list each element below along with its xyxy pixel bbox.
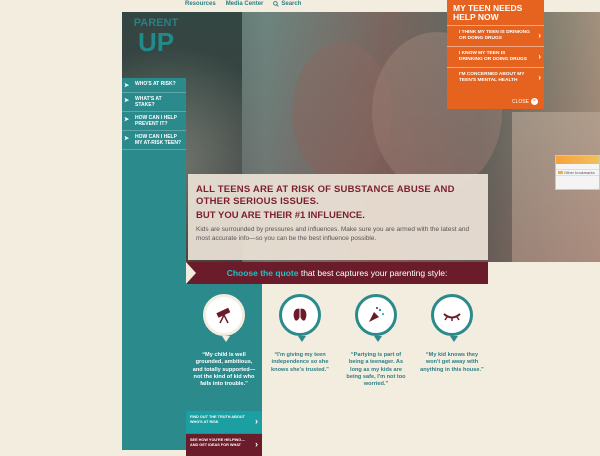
chevron-right-icon: › — [538, 72, 541, 82]
sidebar-item-label: HOW CAN I HELP MY AT-RISK TEEN? — [135, 134, 182, 146]
chevron-right-icon: › — [255, 439, 258, 449]
help-now-title: MY TEEN NEEDS HELP NOW — [453, 3, 523, 22]
close-label: CLOSE — [512, 98, 529, 105]
help-option-label: I KNOW MY TEEN IS DRINKING OR DOING DRUG… — [459, 50, 527, 62]
sidebar-item-label: WHO'S AT RISK? — [135, 81, 176, 87]
quote-card[interactable]: “Partying is part of being a teenager. A… — [338, 284, 414, 450]
quote-card[interactable]: “I'm giving my teen independence so she … — [262, 284, 338, 450]
closed-eye-icon — [443, 313, 461, 321]
arrow-right-icon: ➤ — [124, 117, 130, 123]
butterfly-icon — [293, 308, 307, 321]
help-option-mental-health[interactable]: I'M CONCERNED ABOUT MY TEEN'S MENTAL HEA… — [447, 66, 544, 88]
quote-card-pin — [374, 336, 382, 342]
quote-cards: “My child is well grounded, ambitious, a… — [186, 284, 490, 456]
chevron-right-icon: › — [538, 30, 541, 40]
banner-bold-text: Choose the quote — [226, 268, 299, 278]
resources-link[interactable]: Resources — [185, 1, 216, 7]
sidebar-item-label: HOW CAN I HELP PREVENT IT? — [135, 115, 177, 127]
hero-body: Kids are surrounded by pressures and inf… — [196, 225, 470, 242]
parent-up-logo[interactable]: PARENT UP — [128, 18, 184, 70]
quote-text: “My kid knows they won't get away with a… — [420, 352, 484, 373]
cta-label: SEE HOW YOU'RE HELPING— AND GET IDEAS FO… — [190, 438, 246, 447]
browser-bookmarks-popup: Other bookmarks — [555, 155, 600, 190]
quote-text: “My child is well grounded, ambitious, a… — [192, 352, 256, 388]
top-links: Resources Media Center Search — [185, 1, 301, 7]
folder-icon — [558, 171, 563, 174]
help-option-label: I'M CONCERNED ABOUT MY TEEN'S MENTAL HEA… — [459, 71, 525, 83]
sidebar-item-whos-at-risk[interactable]: ➤ WHO'S AT RISK? — [122, 78, 186, 93]
sidebar-item-help-at-risk[interactable]: ➤ HOW CAN I HELP MY AT-RISK TEEN? — [122, 131, 186, 150]
quote-card-pin — [298, 336, 306, 342]
chevron-right-icon: › — [255, 416, 258, 426]
quote-card[interactable]: “My child is well grounded, ambitious, a… — [186, 284, 262, 456]
popup-row-bookmarks[interactable]: Other bookmarks — [556, 170, 599, 176]
arrow-right-icon: ➤ — [124, 136, 130, 142]
see-how-button[interactable]: SEE HOW YOU'RE HELPING— AND GET IDEAS FO… — [186, 434, 262, 456]
quote-card-icon-circle — [355, 294, 397, 336]
help-option-think[interactable]: I THINK MY TEEN IS DRINKING OR DOING DRU… — [447, 24, 544, 46]
chevron-right-icon: › — [538, 51, 541, 61]
quote-text: “Partying is part of being a teenager. A… — [346, 352, 406, 388]
quote-card-pin — [450, 336, 458, 342]
quote-text: “I'm giving my teen independence so she … — [271, 352, 329, 373]
arrow-right-icon: ➤ — [124, 83, 130, 89]
close-button[interactable]: CLOSE × — [512, 98, 538, 105]
help-option-label: I THINK MY TEEN IS DRINKING OR DOING DRU… — [459, 29, 530, 41]
banner-text: that best captures your parenting style: — [298, 268, 448, 278]
quote-card-icon-circle — [431, 294, 473, 336]
telescope-icon — [216, 307, 231, 324]
quote-card-icon-circle — [279, 294, 321, 336]
quote-card[interactable]: “My kid knows they won't get away with a… — [414, 284, 490, 450]
quote-card-pin — [222, 336, 230, 342]
sidebar-item-whats-at-stake[interactable]: ➤ WHAT'S AT STAKE? — [122, 93, 186, 112]
sidebar-item-prevent[interactable]: ➤ HOW CAN I HELP PREVENT IT? — [122, 112, 186, 131]
sidebar-item-label: WHAT'S AT STAKE? — [135, 96, 162, 108]
sidebar-nav: ➤ WHO'S AT RISK? ➤ WHAT'S AT STAKE? ➤ HOW C… — [122, 78, 186, 450]
find-truth-button[interactable]: FIND OUT THE TRUTH ABOUT WHO'S AT RISK › — [186, 411, 262, 433]
party-horn-icon — [369, 307, 384, 322]
bookmarks-label: Other bookmarks — [564, 170, 595, 175]
arrow-right-icon: ➤ — [124, 98, 130, 104]
search-icon — [273, 1, 280, 7]
media-center-link[interactable]: Media Center — [226, 1, 264, 7]
search-link[interactable]: Search — [273, 1, 301, 7]
hero-headline: ALL TEENS ARE AT RISK OF SUBSTANCE ABUSE… — [196, 184, 455, 207]
quote-card-icon-circle — [203, 294, 245, 336]
search-label: Search — [281, 1, 302, 7]
hero-subheadline: BUT YOU ARE THEIR #1 INFLUENCE. — [196, 209, 365, 221]
banner-notch — [186, 262, 196, 284]
help-option-know[interactable]: I KNOW MY TEEN IS DRINKING OR DOING DRUG… — [447, 45, 544, 67]
quote-banner: Choose the quote that best captures your… — [186, 262, 488, 284]
logo-line-2: UP — [137, 27, 175, 57]
close-icon: × — [531, 98, 538, 105]
cta-label: FIND OUT THE TRUTH ABOUT WHO'S AT RISK — [190, 415, 245, 424]
help-now-panel: MY TEEN NEEDS HELP NOW I THINK MY TEEN I… — [447, 0, 544, 109]
hero-message-panel: ALL TEENS ARE AT RISK OF SUBSTANCE ABUSE… — [188, 174, 488, 260]
popup-toolbar — [556, 156, 599, 164]
